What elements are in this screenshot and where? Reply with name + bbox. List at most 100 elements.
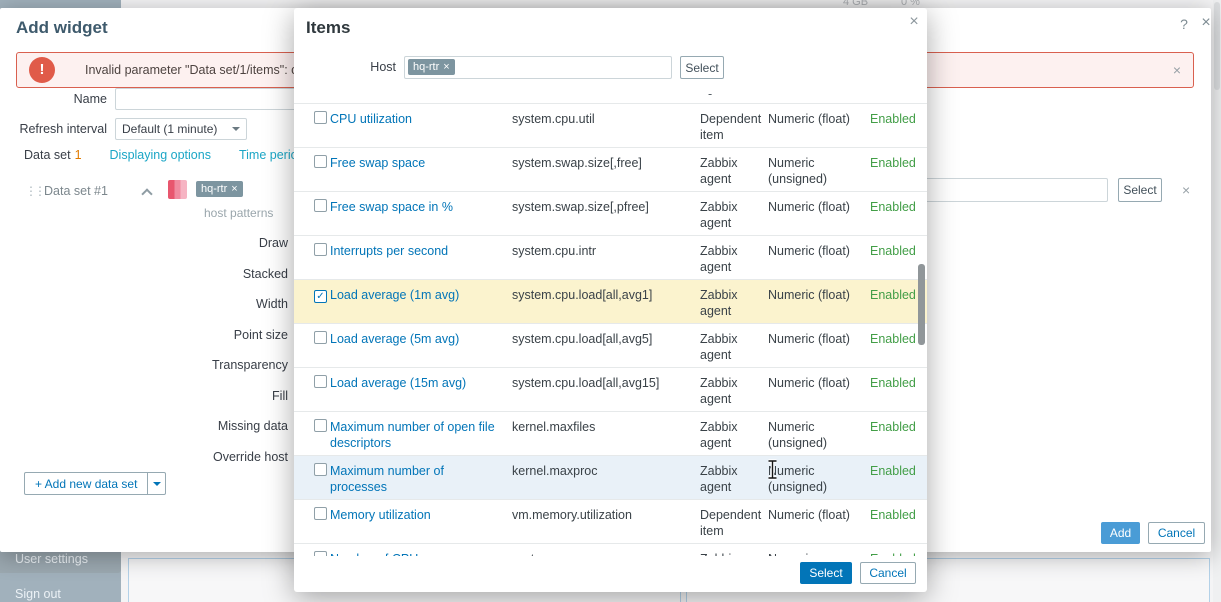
item-type: Zabbix agent [700,287,768,319]
item-name-cell: Interrupts per second [330,243,512,259]
item-value-type: Numeric (float) [768,507,870,523]
item-key: system.swap.size[,free] [512,155,700,171]
checkbox-cell [294,551,330,556]
row-checkbox[interactable] [314,111,327,124]
item-type: Zabbix agent [700,375,768,407]
host-chip-label: hq-rtr [413,61,439,73]
item-status[interactable]: Enabled [870,464,916,478]
items-scrollbar-thumb[interactable] [918,264,925,345]
row-checkbox[interactable] [314,463,327,476]
table-row[interactable]: Maximum number of open file descriptorsk… [294,412,927,456]
color-swatch[interactable] [168,180,187,199]
host-input[interactable]: hq-rtr × [404,56,672,79]
item-type: Dependent item [700,507,768,539]
refresh-interval-value: Default (1 minute) [122,122,217,136]
partial-row-cell: - [708,87,712,101]
tab-displaying-options[interactable]: Displaying options [110,148,211,162]
item-name-link[interactable]: Maximum number of processes [330,464,444,494]
row-checkbox[interactable] [314,155,327,168]
table-row[interactable]: Load average (15m avg)system.cpu.load[al… [294,368,927,412]
row-checkbox[interactable] [314,199,327,212]
status-cell: Enabled [870,507,927,523]
item-name-link[interactable]: Number of CPUs [330,552,424,556]
field-label-stacked: Stacked [0,259,288,290]
help-icon[interactable]: ? [1176,16,1192,32]
item-name-cell: Load average (15m avg) [330,375,512,391]
item-name-link[interactable]: Memory utilization [330,508,431,522]
table-row[interactable]: Interrupts per second system.cpu.intrZabb… [294,236,927,280]
host-select-button[interactable]: Select [680,56,724,79]
items-select-button[interactable]: Select [800,562,852,584]
item-name-link[interactable]: CPU utilization [330,112,412,126]
add-new-data-set-button[interactable]: + Add new data set [24,472,166,495]
error-dismiss-icon[interactable]: × [1173,62,1181,78]
refresh-interval-select[interactable]: Default (1 minute) [115,118,247,140]
item-status[interactable]: Enabled [870,112,916,126]
item-patterns-select-button[interactable]: Select [1118,178,1162,202]
item-status[interactable]: Enabled [870,200,916,214]
item-name-link[interactable]: Load average (15m avg) [330,376,466,390]
item-name-link[interactable]: Load average (1m avg) [330,288,459,302]
item-name-cell: CPU utilization [330,111,512,127]
item-name-link[interactable]: Free swap space [330,156,425,170]
tab-data-set[interactable]: Data set1 [24,148,82,162]
checkbox-cell [294,419,330,436]
collapse-chevron-icon[interactable] [141,188,152,199]
field-label-missing-data: Missing data [0,411,288,442]
item-status[interactable]: Enabled [870,288,916,302]
row-checkbox[interactable] [314,331,327,344]
item-status[interactable]: Enabled [870,156,916,170]
table-row[interactable]: Number of CPUssystem.cpu.numZabbix agent… [294,544,927,556]
cancel-button[interactable]: Cancel [1148,522,1205,544]
drag-handle-icon[interactable]: ⋮⋮ [25,184,43,198]
items-cancel-button[interactable]: Cancel [860,562,916,584]
row-checkbox[interactable] [314,375,327,388]
row-checkbox[interactable] [314,507,327,520]
item-name-link[interactable]: Maximum number of open file descriptors [330,420,495,450]
row-checkbox[interactable] [314,243,327,256]
item-value-type: Numeric (unsigned) [768,463,870,495]
add-data-set-dropdown[interactable] [147,473,165,494]
row-checkbox[interactable]: ✓ [314,290,327,303]
host-chip[interactable]: hq-rtr × [408,59,455,75]
tab-data-set-badge: 1 [75,148,82,162]
item-key: system.swap.size[,pfree] [512,199,700,215]
item-name-link[interactable]: Interrupts per second [330,244,448,258]
item-name-cell: Free swap space in % [330,199,512,215]
item-status[interactable]: Enabled [870,332,916,346]
field-label-override-host: Override host [0,442,288,473]
item-status[interactable]: Enabled [870,376,916,390]
item-name-link[interactable]: Load average (5m avg) [330,332,459,346]
chevron-down-icon [232,127,240,131]
item-name-cell: Number of CPUs [330,551,512,556]
item-key: system.cpu.intr [512,243,700,259]
item-type: Zabbix agent [700,243,768,275]
table-row[interactable]: Maximum number of processeskernel.maxpro… [294,456,927,500]
chip-remove-icon[interactable]: × [231,184,237,194]
add-button[interactable]: Add [1101,522,1140,544]
data-set-field-labels: Draw Stacked Width Point size Transparen… [0,228,288,472]
table-row[interactable]: Load average (5m avg)system.cpu.load[all… [294,324,927,368]
item-type: Zabbix agent [700,199,768,231]
table-row[interactable]: Free swap spacesystem.swap.size[,free]Za… [294,148,927,192]
host-pattern-chip[interactable]: hq-rtr × [196,181,243,197]
close-icon[interactable]: × [1198,14,1214,32]
item-status[interactable]: Enabled [870,420,916,434]
table-row[interactable]: Free swap space in % system.swap.size[,pf… [294,192,927,236]
item-name-link[interactable]: Free swap space in % [330,200,453,214]
item-status[interactable]: Enabled [870,508,916,522]
table-row[interactable]: ✓Load average (1m avg)system.cpu.load[al… [294,280,927,324]
item-name-cell: Load average (5m avg) [330,331,512,347]
row-checkbox[interactable] [314,419,327,432]
status-cell: Enabled [870,551,927,556]
item-type: Zabbix agent [700,419,768,451]
chip-remove-icon[interactable]: × [443,62,449,72]
item-status[interactable]: Enabled [870,244,916,258]
checkbox-cell [294,375,330,392]
table-row[interactable]: CPU utilizationsystem.cpu.utilDependent … [294,104,927,148]
data-set-remove-icon[interactable]: × [1182,182,1190,198]
table-row[interactable]: Memory utilizationvm.memory.utilizationD… [294,500,927,544]
row-checkbox[interactable] [314,551,327,556]
item-status[interactable]: Enabled [870,552,916,556]
items-close-icon[interactable]: × [906,13,922,31]
